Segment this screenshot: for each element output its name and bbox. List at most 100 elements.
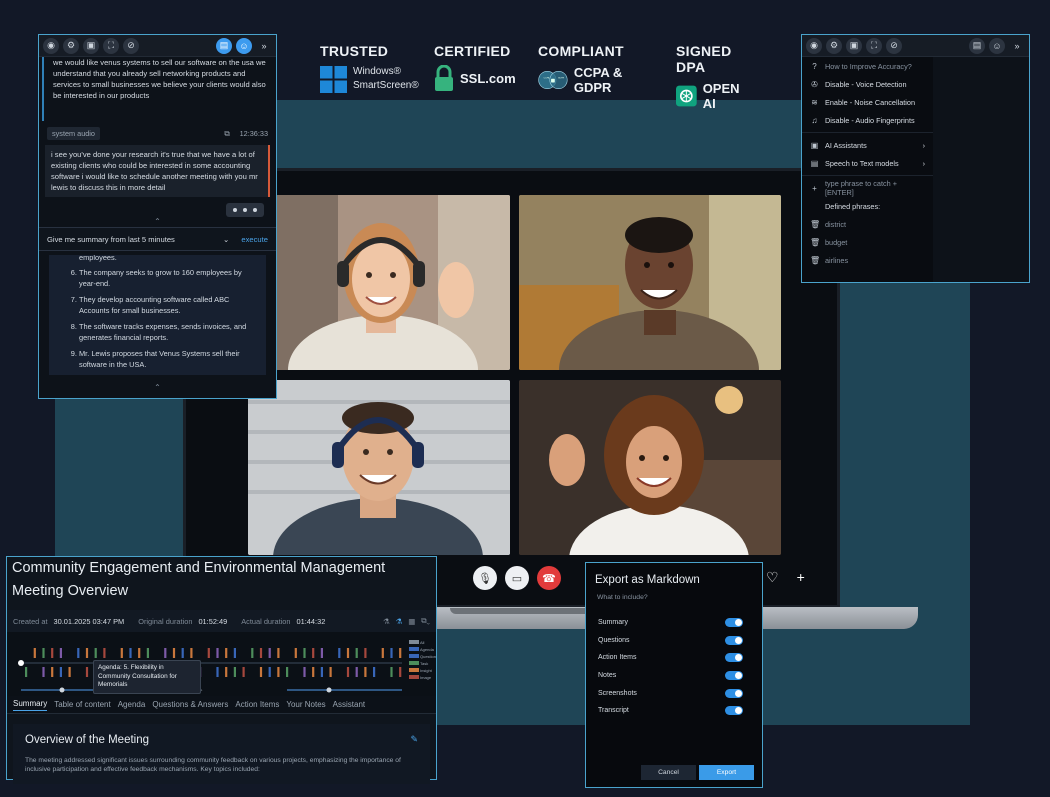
timeline-mark[interactable] xyxy=(33,648,36,658)
timeline-mark[interactable] xyxy=(390,648,393,658)
more-options-button[interactable] xyxy=(226,203,264,217)
toggle-switch[interactable] xyxy=(725,688,743,698)
timeline-mark[interactable] xyxy=(355,667,358,677)
gear-icon[interactable]: ⚙ xyxy=(63,37,79,54)
timeline-mark[interactable] xyxy=(381,648,384,658)
video-tile-man-headset[interactable] xyxy=(248,380,510,555)
menu-item[interactable]: + type phrase to catch + [ENTER] xyxy=(802,179,933,197)
video-tile-woman-headset[interactable] xyxy=(248,195,510,370)
video-tile-man-smiling[interactable] xyxy=(519,195,781,370)
filter-icon[interactable]: ⚗ xyxy=(383,617,390,626)
fullscreen-icon[interactable]: ⛶ xyxy=(866,37,882,54)
timeline-mark[interactable] xyxy=(42,648,45,658)
microphone-icon[interactable]: 🎙 xyxy=(473,566,497,590)
timeline-mark[interactable] xyxy=(25,667,28,677)
timeline-mark[interactable] xyxy=(320,648,323,658)
chevron-up-icon[interactable]: ⌃ xyxy=(39,217,276,227)
bot-icon[interactable]: ▣ xyxy=(83,37,99,54)
chevron-double-right-icon[interactable]: » xyxy=(256,38,272,54)
timeline-mark[interactable] xyxy=(42,667,45,677)
timeline-mark[interactable] xyxy=(259,667,263,677)
toggle-switch[interactable] xyxy=(725,635,743,645)
timeline-mark[interactable] xyxy=(277,667,280,677)
tab-agenda[interactable]: Agenda xyxy=(118,700,146,709)
hide-icon[interactable]: ⊘ xyxy=(886,37,902,54)
timeline-mark[interactable] xyxy=(85,648,89,658)
command-text[interactable]: Give me summary from last 5 minutes xyxy=(47,235,175,244)
timeline-mark[interactable] xyxy=(51,667,54,677)
transcript-view-icon[interactable]: ▤ xyxy=(216,37,232,54)
edit-icon[interactable]: ✎ xyxy=(410,734,418,746)
timeline-mark[interactable] xyxy=(190,648,193,658)
timeline-chart[interactable]: ▷ AllAgendaQuestionTaskInsightImage xyxy=(7,632,436,696)
timeline-mark[interactable] xyxy=(268,667,271,677)
timeline-mark[interactable] xyxy=(399,667,402,677)
export-button[interactable]: Export xyxy=(699,765,754,780)
timeline-mark[interactable] xyxy=(259,648,263,658)
timeline-mark[interactable] xyxy=(233,667,236,677)
timeline-mark[interactable] xyxy=(355,648,358,658)
timeline-mark[interactable] xyxy=(242,667,245,677)
timeline-mark[interactable] xyxy=(268,648,271,658)
timeline-mark[interactable] xyxy=(103,648,106,658)
transcript-view-icon[interactable]: ▤ xyxy=(969,37,985,54)
toggle-switch[interactable] xyxy=(725,653,743,663)
timeline-mark[interactable] xyxy=(94,648,97,658)
menu-item[interactable]: 🗑 airlines xyxy=(802,251,933,269)
copy-dropdown-icon[interactable]: ⧉⌄ xyxy=(421,616,430,626)
timeline-mark[interactable] xyxy=(233,648,236,658)
timeline-mark[interactable] xyxy=(216,648,219,658)
tab-assistant[interactable]: Assistant xyxy=(333,700,365,709)
toggle-switch[interactable] xyxy=(725,618,743,628)
assistant-icon[interactable]: ☺ xyxy=(236,37,252,54)
cancel-button[interactable]: Cancel xyxy=(641,765,696,780)
timeline-mark[interactable] xyxy=(172,648,176,658)
timeline-mark[interactable] xyxy=(346,648,350,658)
filter-active-icon[interactable]: ⚗ xyxy=(396,617,403,626)
timeline-mark[interactable] xyxy=(312,667,315,677)
timeline-mark[interactable] xyxy=(77,648,80,658)
timeline-mark[interactable] xyxy=(59,648,62,658)
menu-item[interactable]: ♫ Disable - Audio Fingerprints xyxy=(802,111,933,129)
tab-summary[interactable]: Summary xyxy=(13,699,48,711)
tab-your-notes[interactable]: Your Notes xyxy=(286,700,325,709)
menu-item[interactable]: 🗑 district xyxy=(802,215,933,233)
toggle-switch[interactable] xyxy=(725,671,743,681)
copy-icon[interactable]: ⧉ xyxy=(224,129,229,139)
menu-item[interactable]: ? How to Improve Accuracy? xyxy=(802,57,933,75)
timeline-mark[interactable] xyxy=(225,648,228,658)
timeline-mark[interactable] xyxy=(286,667,289,677)
timeline-mark[interactable] xyxy=(251,648,254,658)
end-call-icon[interactable]: ☎ xyxy=(537,566,561,590)
timeline-mark[interactable] xyxy=(338,648,341,658)
menu-item[interactable]: ▤ Speech to Text models › xyxy=(802,154,933,172)
timeline-mark[interactable] xyxy=(364,648,367,658)
timeline-mark[interactable] xyxy=(303,667,306,677)
toggle-switch[interactable] xyxy=(725,706,743,716)
timeline-mark[interactable] xyxy=(303,648,306,658)
record-icon[interactable]: ◉ xyxy=(806,37,822,54)
timeline-mark[interactable] xyxy=(346,667,350,677)
tab-questions-answers[interactable]: Questions & Answers xyxy=(152,700,228,709)
heart-icon[interactable]: ♡ xyxy=(766,569,779,586)
gear-icon[interactable]: ⚙ xyxy=(826,37,842,54)
execute-button[interactable]: execute xyxy=(241,235,268,244)
timeline-mark[interactable] xyxy=(164,648,167,658)
tab-action-items[interactable]: Action Items xyxy=(235,700,279,709)
bot-icon[interactable]: ▣ xyxy=(846,37,862,54)
timeline-mark[interactable] xyxy=(129,648,132,658)
hide-icon[interactable]: ⊘ xyxy=(123,37,139,54)
menu-item[interactable]: 🗑 budget xyxy=(802,233,933,251)
timeline-mark[interactable] xyxy=(320,667,323,677)
timeline-mark[interactable] xyxy=(216,667,219,677)
tab-table-of-content[interactable]: Table of content xyxy=(54,700,110,709)
timeline-mark[interactable] xyxy=(146,648,149,658)
camera-icon[interactable]: ▭ xyxy=(505,566,529,590)
timeline-mark[interactable] xyxy=(390,667,393,677)
chevron-up-icon[interactable]: ⌃ xyxy=(39,383,276,393)
record-icon[interactable]: ◉ xyxy=(43,37,59,54)
timeline-mark[interactable] xyxy=(364,667,367,677)
chevron-double-right-icon[interactable]: » xyxy=(1009,38,1025,54)
timeline-mark[interactable] xyxy=(51,648,54,658)
timeline-mark[interactable] xyxy=(181,648,184,658)
